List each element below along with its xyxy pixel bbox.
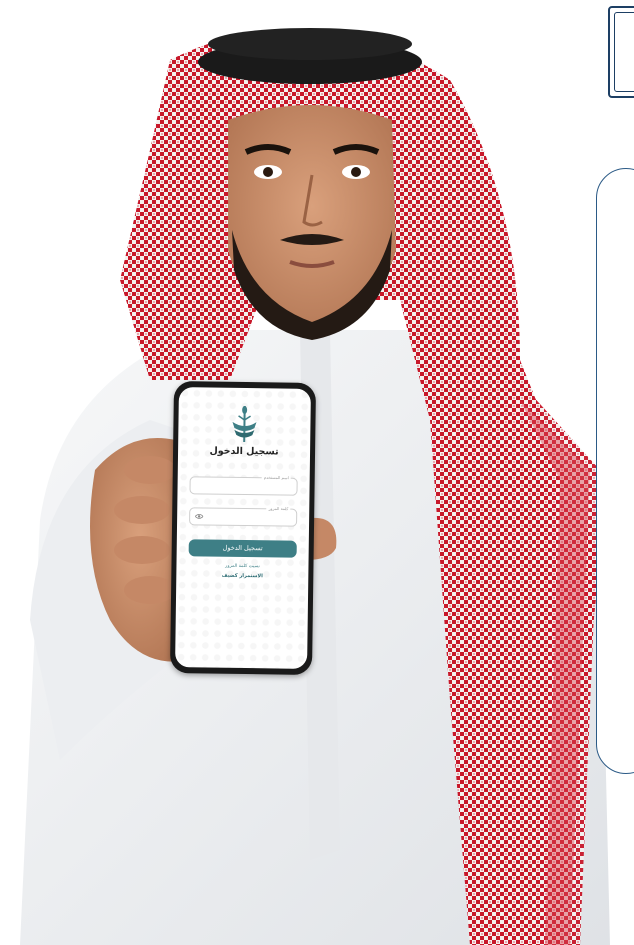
login-button[interactable]: تسجيل الدخول (188, 539, 297, 558)
login-screen: تسجيل الدخول اسم المستخدم كلمة المرور تس… (175, 387, 311, 669)
username-label: اسم المستخدم (261, 474, 291, 481)
wheat-logo-icon (232, 405, 257, 443)
man-holding-phone-photo (20, 28, 610, 945)
phone-mockup: تسجيل الدخول اسم المستخدم كلمة المرور تس… (169, 381, 317, 675)
password-label: كلمة المرور (266, 505, 291, 512)
decorative-frame-top-inner (614, 12, 634, 92)
eye-icon[interactable] (195, 513, 204, 519)
login-title: تسجيل الدخول (209, 445, 279, 458)
promo-image: تسجيل الدخول اسم المستخدم كلمة المرور تس… (0, 0, 634, 945)
decorative-card-outline (596, 168, 634, 774)
password-field[interactable]: كلمة المرور (189, 505, 298, 527)
username-field[interactable]: اسم المستخدم (189, 474, 298, 496)
